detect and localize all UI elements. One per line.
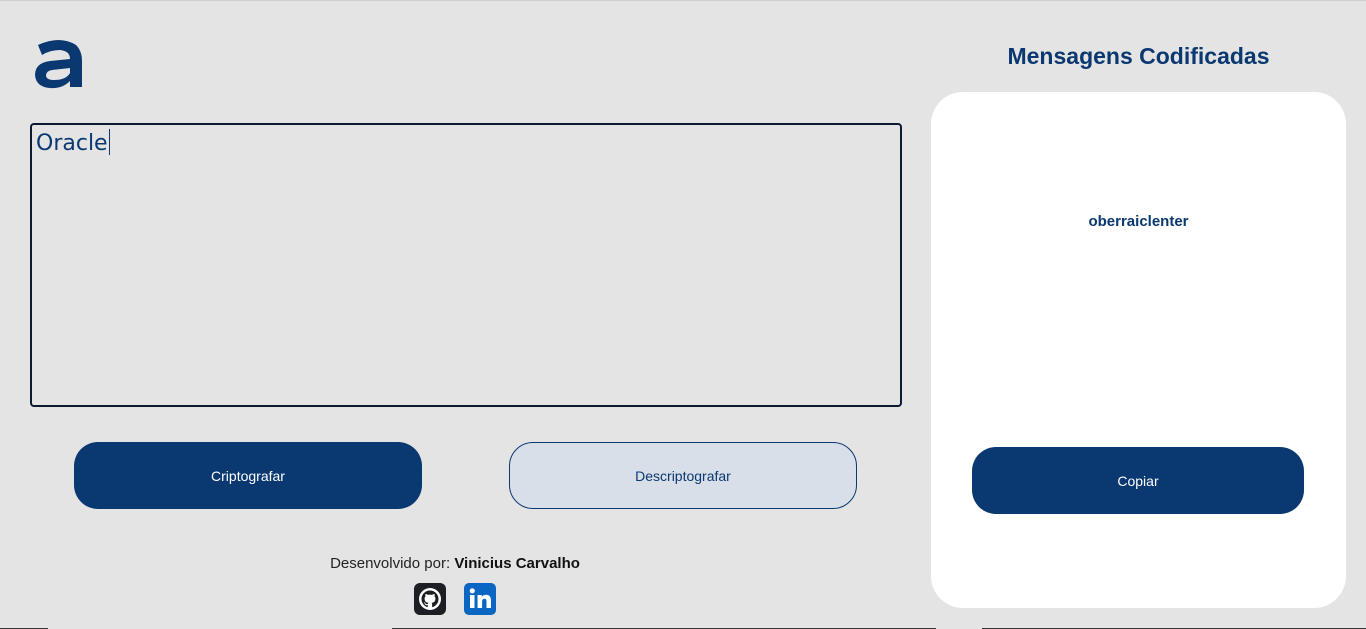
alura-logo-icon	[32, 37, 88, 91]
message-input-value: Oracle	[36, 131, 108, 156]
decrypt-button[interactable]: Descriptografar	[509, 442, 857, 509]
encrypt-button[interactable]: Criptografar	[74, 442, 422, 509]
footer-prefix: Desenvolvido por:	[330, 555, 451, 572]
text-caret	[108, 129, 110, 155]
footer-author: Vinicius Carvalho	[454, 555, 580, 572]
encrypt-button-label: Criptografar	[211, 467, 285, 484]
footer-credit: Desenvolvido por: Vinicius Carvalho	[0, 555, 910, 572]
linkedin-icon[interactable]	[464, 583, 496, 615]
message-input[interactable]: Oracle	[30, 123, 902, 407]
output-message: oberraiclenter	[1088, 213, 1189, 230]
aside-title: Mensagens Codificadas	[1007, 43, 1270, 69]
github-icon[interactable]	[414, 583, 446, 615]
decrypt-button-label: Descriptografar	[635, 467, 731, 484]
copy-button[interactable]: Copiar	[972, 447, 1304, 514]
output-panel: oberraiclenter Copiar	[931, 92, 1346, 608]
app-root: Oracle Criptografar Descriptografar Dese…	[0, 0, 1366, 629]
copy-button-label: Copiar	[1117, 472, 1159, 489]
